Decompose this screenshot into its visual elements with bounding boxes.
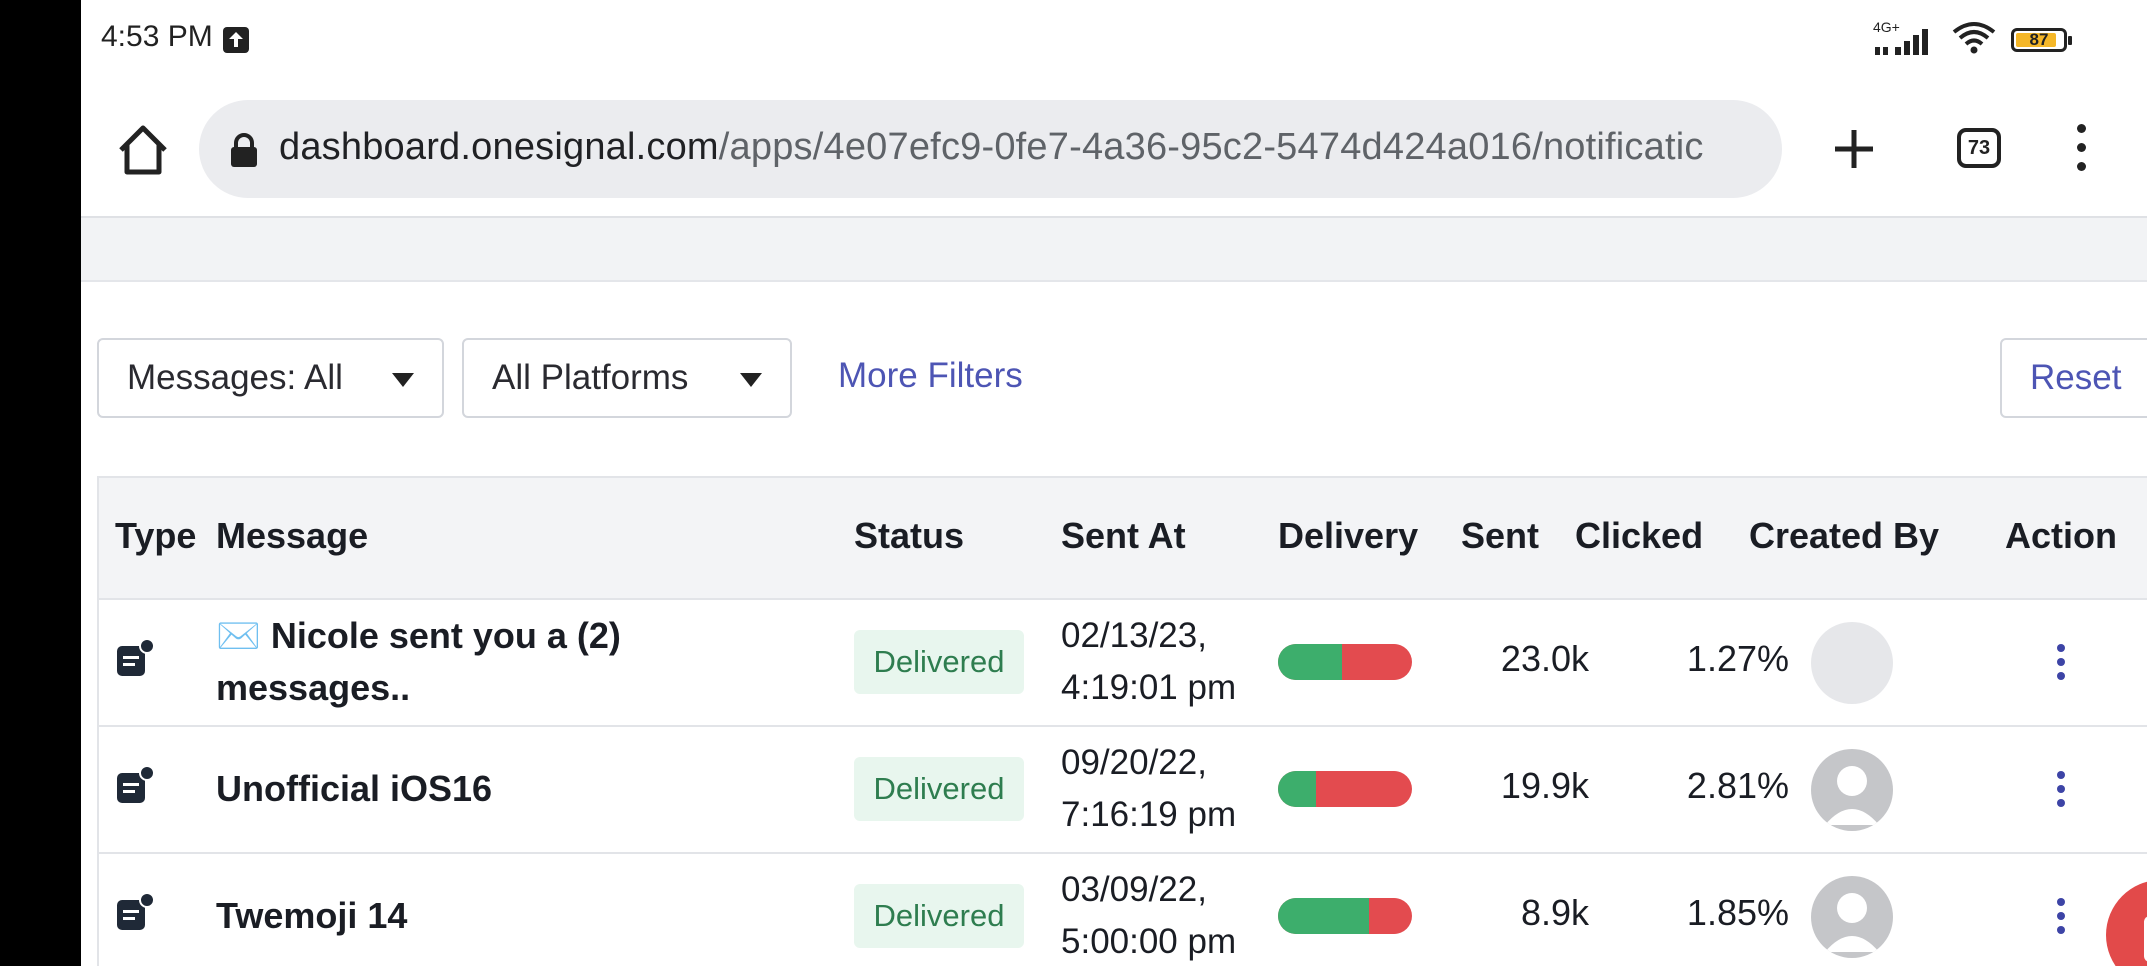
kebab-menu-icon[interactable] xyxy=(2055,644,2067,680)
status-badge: Delivered xyxy=(854,884,1024,948)
upload-icon xyxy=(223,27,249,53)
sent-at-date: 09/20/22, xyxy=(1061,743,1207,782)
caret-down-icon xyxy=(740,373,762,387)
sent-at: 09/20/22, 7:16:19 pm xyxy=(1061,737,1236,841)
sent-count: 8.9k xyxy=(1520,892,1589,933)
delivery-bar xyxy=(1278,898,1412,934)
url-path: /apps/4e07efc9-0fe7-4a36-95c2-5474d424a0… xyxy=(718,126,1704,168)
battery-icon: 87 xyxy=(2011,27,2072,52)
status-badge: Delivered xyxy=(854,757,1024,821)
status-badge: Delivered xyxy=(854,630,1024,694)
platforms-filter-label: All Platforms xyxy=(492,358,689,397)
battery-level: 87 xyxy=(2029,29,2049,49)
table-row[interactable]: ✉️ Nicole sent you a (2) messages.. Deli… xyxy=(99,600,2147,727)
default-user-icon xyxy=(1825,766,1879,825)
clicked-rate: 1.85% xyxy=(1686,892,1789,933)
message-line-2: messages.. xyxy=(216,667,411,708)
url-host: dashboard.onesignal.com xyxy=(279,126,719,168)
tab-switcher-button[interactable]: 73 xyxy=(1957,128,2001,168)
messages-table: Type Message Status Sent At Delivery Sen… xyxy=(97,476,2147,966)
delivery-bar xyxy=(1278,644,1412,680)
clicked-rate: 2.81% xyxy=(1686,765,1789,806)
sent-at: 02/13/23, 4:19:01 pm xyxy=(1061,610,1236,714)
sent-at-date: 02/13/23, xyxy=(1061,616,1207,655)
header-sent[interactable]: Sent xyxy=(1461,515,1539,557)
sent-count: 19.9k xyxy=(1500,765,1589,806)
header-delivery[interactable]: Delivery xyxy=(1278,515,1418,557)
delivery-bar xyxy=(1278,771,1412,807)
new-tab-icon[interactable] xyxy=(1831,126,1877,172)
table-header: Type Message Status Sent At Delivery Sen… xyxy=(99,478,2147,600)
more-filters-link[interactable]: More Filters xyxy=(838,356,1023,396)
sent-at-date: 03/09/22, xyxy=(1061,870,1207,909)
home-icon[interactable] xyxy=(115,122,171,178)
header-clicked[interactable]: Clicked xyxy=(1575,515,1703,557)
page-header-band xyxy=(81,218,2147,282)
header-sent-at[interactable]: Sent At xyxy=(1061,515,1186,557)
avatar xyxy=(1811,876,1893,958)
table-row[interactable]: Twemoji 14 Delivered 03/09/22, 5:00:00 p… xyxy=(99,854,2147,966)
status-bar: 4:53 PM 4G+ 87 xyxy=(81,0,2147,80)
avatar xyxy=(1811,749,1893,831)
browser-toolbar: dashboard.onesignal.com/apps/4e07efc9-0f… xyxy=(81,80,2147,218)
message-line-1: ✉️ Nicole sent you a (2) xyxy=(216,615,621,656)
lock-icon xyxy=(227,132,261,168)
wifi-icon xyxy=(1951,20,1997,59)
delivery-success-fill xyxy=(1278,898,1370,934)
kebab-menu-icon[interactable] xyxy=(2055,898,2067,934)
reset-button[interactable]: Reset xyxy=(2000,338,2147,418)
clicked-rate: 1.27% xyxy=(1686,638,1789,679)
platforms-filter-dropdown[interactable]: All Platforms xyxy=(462,338,792,418)
header-action: Action xyxy=(2005,515,2117,556)
more-options-icon[interactable] xyxy=(2071,124,2091,176)
delivery-success-fill xyxy=(1278,644,1343,680)
status-icons: 4G+ 87 xyxy=(1873,19,2072,59)
messages-filter-label: Messages: All xyxy=(127,358,343,397)
header-type[interactable]: Type xyxy=(115,515,196,557)
message-title[interactable]: Unofficial iOS16 xyxy=(216,763,492,815)
delivery-success-fill xyxy=(1278,771,1316,807)
caret-down-icon xyxy=(392,373,414,387)
status-time: 4:53 PM xyxy=(101,20,213,53)
message-title[interactable]: Twemoji 14 xyxy=(216,890,407,942)
header-message[interactable]: Message xyxy=(216,515,368,557)
push-notification-icon xyxy=(115,638,155,678)
header-status[interactable]: Status xyxy=(854,515,964,557)
sent-at-time: 4:19:01 pm xyxy=(1061,668,1237,707)
messages-filter-dropdown[interactable]: Messages: All xyxy=(97,338,444,418)
sent-at-time: 7:16:19 pm xyxy=(1061,795,1237,834)
sent-at-time: 5:00:00 pm xyxy=(1061,922,1237,961)
cellular-signal-icon: 4G+ xyxy=(1873,19,1937,57)
sent-at: 03/09/22, 5:00:00 pm xyxy=(1061,864,1236,966)
push-notification-icon xyxy=(115,765,155,805)
sent-count: 23.0k xyxy=(1500,638,1589,679)
push-notification-icon xyxy=(115,892,155,932)
message-title[interactable]: ✉️ Nicole sent you a (2) messages.. xyxy=(216,610,621,714)
table-row[interactable]: Unofficial iOS16 Delivered 09/20/22, 7:1… xyxy=(99,727,2147,854)
avatar xyxy=(1811,622,1893,704)
kebab-menu-icon[interactable] xyxy=(2055,771,2067,807)
address-bar[interactable]: dashboard.onesignal.com/apps/4e07efc9-0f… xyxy=(199,100,1782,198)
url-text: dashboard.onesignal.com/apps/4e07efc9-0f… xyxy=(279,126,1704,169)
phone-screen: 4:53 PM 4G+ 87 dashboard.onesignal.com/a… xyxy=(81,0,2147,966)
default-user-icon xyxy=(1825,893,1879,952)
header-created-by[interactable]: Created By xyxy=(1749,515,1939,557)
